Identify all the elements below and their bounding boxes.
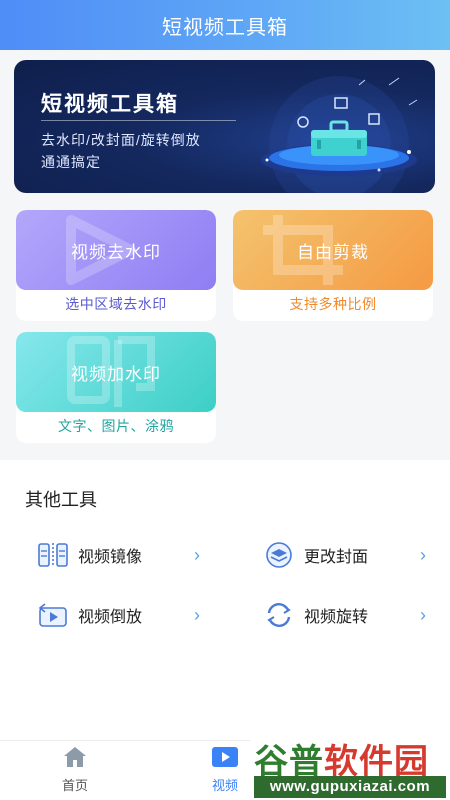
reverse-play-icon — [36, 600, 70, 630]
chevron-right-icon: › — [194, 604, 200, 625]
card-title: 自由剪裁 — [297, 242, 369, 262]
banner-title: 短视频工具箱 — [41, 93, 179, 116]
tool-video-rotate[interactable]: 视频旋转 › — [262, 600, 426, 630]
site-watermark: 谷普软件园 www.gupuxiazai.com — [250, 730, 450, 800]
tool-label: 视频旋转 — [304, 609, 369, 626]
card-header: 视频去水印 — [16, 210, 216, 290]
other-tools-section: 其他工具 视频镜像 › 更改封面 › 视频倒放 › 视频旋转 › — [0, 460, 450, 740]
layers-icon — [262, 540, 296, 570]
tool-change-cover[interactable]: 更改封面 › — [262, 540, 426, 570]
tool-label: 视频镜像 — [78, 549, 143, 566]
card-subtitle: 支持多种比例 — [289, 296, 377, 312]
remove-watermark-card[interactable]: 视频去水印 选中区域去水印 — [16, 210, 216, 321]
chevron-right-icon: › — [194, 544, 200, 565]
card-header: 自由剪裁 — [233, 210, 433, 290]
section-title: 其他工具 — [25, 490, 97, 510]
banner-divider — [41, 120, 236, 121]
chevron-right-icon: › — [420, 544, 426, 565]
tool-label: 视频倒放 — [78, 609, 143, 626]
tool-video-reverse[interactable]: 视频倒放 › — [36, 600, 200, 630]
rotate-icon — [262, 600, 296, 630]
tool-video-mirror[interactable]: 视频镜像 › — [36, 540, 200, 570]
tab-home[interactable]: 首页 — [35, 741, 115, 800]
card-subtitle: 选中区域去水印 — [65, 296, 167, 312]
free-crop-card[interactable]: 自由剪裁 支持多种比例 — [233, 210, 433, 321]
watermark-url: www.gupuxiazai.com — [254, 776, 446, 798]
video-icon — [212, 747, 238, 767]
card-subtitle: 文字、图片、涂鸦 — [58, 418, 174, 434]
card-title: 视频去水印 — [71, 242, 161, 262]
chevron-right-icon: › — [420, 604, 426, 625]
add-watermark-card[interactable]: 视频加水印 文字、图片、涂鸦 — [16, 332, 216, 443]
banner-subtitle: 去水印/改封面/旋转倒放 — [41, 132, 201, 148]
toolbox-illustration — [261, 76, 418, 193]
mirror-icon — [36, 540, 70, 570]
app-header: 短视频工具箱 — [0, 0, 450, 50]
page-title: 短视频工具箱 — [162, 16, 288, 39]
banner-subtitle-2: 通通搞定 — [41, 154, 101, 170]
tab-label: 首页 — [61, 778, 88, 793]
home-icon — [64, 747, 86, 767]
card-title: 视频加水印 — [71, 364, 161, 384]
promo-banner[interactable]: 短视频工具箱 去水印/改封面/旋转倒放 通通搞定 — [14, 60, 435, 193]
tool-label: 更改封面 — [304, 549, 369, 566]
card-header: 视频加水印 — [16, 332, 216, 412]
